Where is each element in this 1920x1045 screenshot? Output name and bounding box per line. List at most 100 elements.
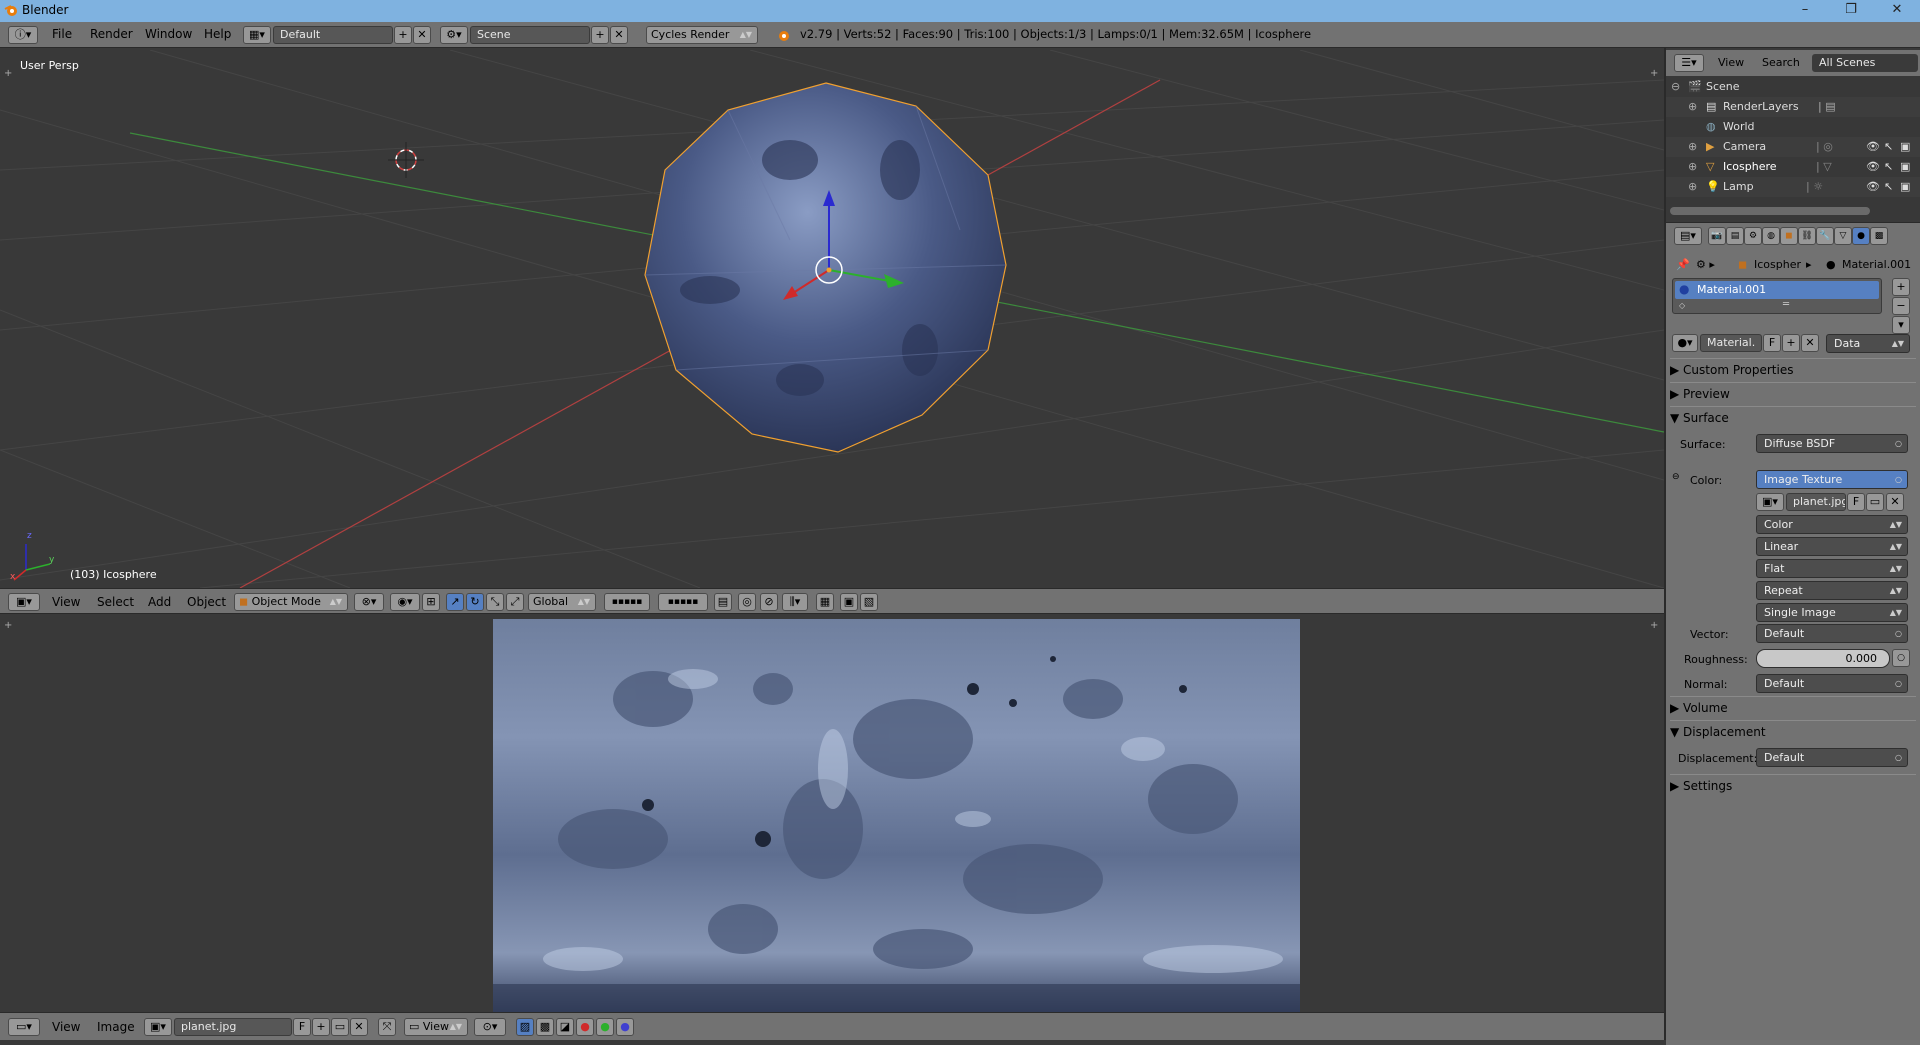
layout-field[interactable]: Default: [273, 26, 393, 44]
menu-select[interactable]: Select: [97, 595, 134, 609]
editor-type-3dview-icon[interactable]: ▣▾: [8, 593, 40, 611]
normal-input-select[interactable]: Default ○: [1756, 674, 1908, 693]
outliner-item-scene[interactable]: ⊖ 🎬 Scene: [1666, 77, 1920, 97]
image-new-icon[interactable]: +: [312, 1018, 330, 1036]
tab-object-icon[interactable]: ◼: [1780, 227, 1798, 245]
texture-source-select[interactable]: Single Image ▲▼: [1756, 603, 1908, 622]
surface-shader-select[interactable]: Diffuse BSDF ○: [1756, 434, 1908, 453]
opengl-anim-icon[interactable]: ▧: [860, 593, 878, 611]
editor-type-image-icon[interactable]: ▭▾: [8, 1018, 40, 1036]
scene-field[interactable]: Scene: [470, 26, 590, 44]
rotate-manipulator-icon[interactable]: ↻: [466, 593, 484, 611]
material-unlink-icon[interactable]: ✕: [1801, 334, 1819, 352]
tab-modifiers-icon[interactable]: 🔧: [1816, 227, 1834, 245]
menu-file[interactable]: File: [52, 27, 72, 41]
icosphere-object[interactable]: [644, 82, 1007, 453]
image-pin-icon[interactable]: ⤧: [378, 1018, 396, 1036]
material-new-icon[interactable]: +: [1782, 334, 1800, 352]
screen-layout-icon[interactable]: ▦▾: [243, 26, 271, 44]
texture-image-field[interactable]: planet.jpg: [1786, 493, 1846, 511]
add-layout-icon[interactable]: +: [394, 26, 412, 44]
texture-extension-select[interactable]: Repeat ▲▼: [1756, 581, 1908, 600]
camera-visibility-eye-icon[interactable]: 👁: [1866, 137, 1880, 157]
outliner-item-lamp[interactable]: ⊕ 💡 Lamp | ☼ 👁 ↖ ▣: [1666, 177, 1920, 197]
add-material-slot-icon[interactable]: +: [1892, 278, 1910, 296]
scale-manipulator-icon[interactable]: ⤡: [486, 593, 504, 611]
menu-help[interactable]: Help: [204, 27, 231, 41]
outliner-menu-search[interactable]: Search: [1762, 56, 1800, 69]
menu-window[interactable]: Window: [145, 27, 192, 41]
menu-view[interactable]: View: [52, 595, 80, 609]
3d-viewport[interactable]: User Persp z y x (103) Icosphere + +: [0, 50, 1664, 588]
translate-manipulator-icon[interactable]: ↗: [446, 593, 464, 611]
list-resize-grip-icon[interactable]: ═: [1783, 299, 1789, 310]
snap-toggle-icon[interactable]: ⊘: [760, 593, 778, 611]
lamp-render-icon[interactable]: ▣: [1900, 177, 1910, 197]
outliner-menu-view[interactable]: View: [1718, 56, 1744, 69]
outliner-item-icosphere[interactable]: ⊕ ▽ Icosphere | ▽ 👁 ↖ ▣: [1666, 157, 1920, 177]
material-slot-item[interactable]: ● Material.001: [1675, 281, 1879, 299]
material-fake-user-button[interactable]: F: [1763, 334, 1781, 352]
close-window-button[interactable]: ✕: [1874, 0, 1920, 22]
outliner-scrollbar[interactable]: [1670, 207, 1870, 215]
tab-texture-icon[interactable]: ▩: [1870, 227, 1888, 245]
texture-projection-select[interactable]: Flat ▲▼: [1756, 559, 1908, 578]
outliner-filter-select[interactable]: All Scenes: [1812, 54, 1918, 72]
panel-settings[interactable]: ▶ Settings: [1670, 774, 1916, 796]
tab-render-icon[interactable]: 📷: [1708, 227, 1726, 245]
display-alpha-icon[interactable]: ◪: [556, 1018, 574, 1036]
camera-select-arrow-icon[interactable]: ↖: [1884, 137, 1893, 157]
image-name-field[interactable]: planet.jpg: [174, 1018, 292, 1036]
image-unlink-icon[interactable]: ✕: [350, 1018, 368, 1036]
texture-fake-user-button[interactable]: F: [1847, 493, 1865, 511]
image-region-toggle-right-icon[interactable]: +: [1650, 620, 1658, 631]
panel-surface[interactable]: ▼ Surface: [1670, 406, 1916, 428]
editor-type-properties-icon[interactable]: ▤▾: [1674, 227, 1702, 245]
outliner-item-world[interactable]: ◍ World: [1666, 117, 1920, 137]
viewport-shading-icon[interactable]: ⊗▾: [354, 593, 384, 611]
material-name-field[interactable]: Material.: [1700, 334, 1762, 352]
proportional-edit-icon[interactable]: ◎: [738, 593, 756, 611]
opengl-render-icon[interactable]: ▣: [840, 593, 858, 611]
tab-data-icon[interactable]: ▽: [1834, 227, 1852, 245]
texture-unlink-icon[interactable]: ✕: [1886, 493, 1904, 511]
render-camera-icon[interactable]: ▦: [816, 593, 834, 611]
roughness-slider[interactable]: 0.000: [1756, 649, 1890, 668]
outliner-item-renderlayers[interactable]: ⊕ ▤ RenderLayers | ▤: [1666, 97, 1920, 117]
editor-type-outliner-icon[interactable]: ☰▾: [1674, 54, 1704, 72]
lamp-select-arrow-icon[interactable]: ↖: [1884, 177, 1893, 197]
menu-image-view[interactable]: View: [52, 1020, 80, 1034]
planet-texture-image[interactable]: [493, 619, 1300, 1012]
delete-layout-icon[interactable]: ✕: [413, 26, 431, 44]
texture-interpolation-select[interactable]: Linear ▲▼: [1756, 537, 1908, 556]
panel-volume[interactable]: ▶ Volume: [1670, 696, 1916, 718]
texture-image-browse-icon[interactable]: ▣▾: [1756, 493, 1784, 511]
menu-add[interactable]: Add: [148, 595, 171, 609]
lamp-visibility-eye-icon[interactable]: 👁: [1866, 177, 1880, 197]
menu-object[interactable]: Object: [187, 595, 226, 609]
icosphere-select-arrow-icon[interactable]: ↖: [1884, 157, 1893, 177]
pivot-point-icon[interactable]: ◉▾: [390, 593, 420, 611]
display-rgb-icon[interactable]: ▩: [536, 1018, 554, 1036]
tab-scene-icon[interactable]: ⚙: [1744, 227, 1762, 245]
panel-displacement[interactable]: ▼ Displacement: [1670, 720, 1916, 742]
image-browse-icon[interactable]: ▣▾: [144, 1018, 172, 1036]
scene-layers-icon[interactable]: ▪▪▪▪▪: [604, 593, 650, 611]
scene-selector-icon[interactable]: ⚙▾: [440, 26, 468, 44]
tab-renderlayers-icon[interactable]: ▤: [1726, 227, 1744, 245]
manipulator-extra-icon[interactable]: ⤢: [506, 593, 524, 611]
display-rgb-alpha-icon[interactable]: ▨: [516, 1018, 534, 1036]
layer-lock-icon[interactable]: ▤: [714, 593, 732, 611]
material-link-select[interactable]: Data ▲▼: [1826, 334, 1910, 353]
region-toggle-icon[interactable]: +: [4, 68, 12, 79]
minimize-button[interactable]: –: [1782, 0, 1828, 22]
material-browse-icon[interactable]: ●▾: [1672, 334, 1698, 352]
display-red-icon[interactable]: ●: [576, 1018, 594, 1036]
icosphere-visibility-eye-icon[interactable]: 👁: [1866, 157, 1880, 177]
region-toggle-right-icon[interactable]: +: [1650, 68, 1658, 79]
maximize-button[interactable]: ❐: [1828, 0, 1874, 22]
tab-world-icon[interactable]: ◍: [1762, 227, 1780, 245]
manipulator-toggle-icon[interactable]: ⊞: [422, 593, 440, 611]
scene-layers-2-icon[interactable]: ▪▪▪▪▪: [658, 593, 708, 611]
mode-select[interactable]: ◼ Object Mode ▲▼: [234, 593, 348, 611]
